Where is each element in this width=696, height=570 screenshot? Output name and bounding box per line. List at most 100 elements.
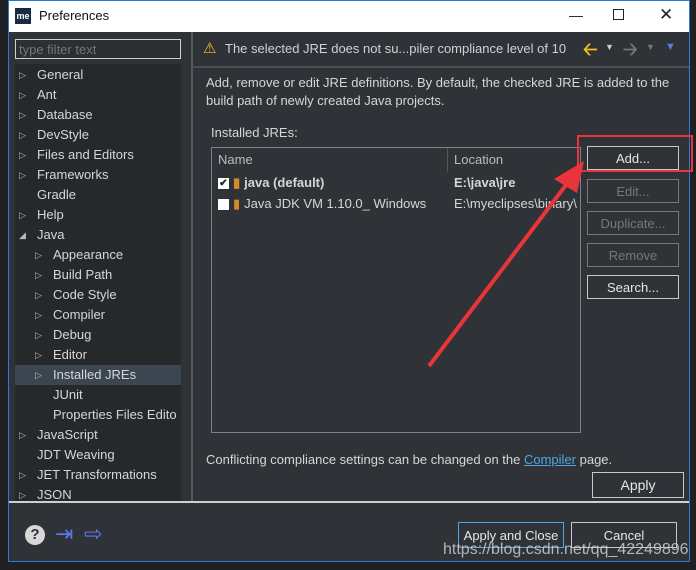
compliance-text-after: page. (576, 452, 613, 467)
installed-jres-label: Installed JREs: (211, 125, 298, 140)
expand-icon[interactable]: ▷ (19, 105, 26, 125)
expand-icon[interactable]: ▷ (35, 245, 42, 265)
expand-icon[interactable]: ▷ (35, 325, 42, 345)
tree-item-label: General (37, 67, 84, 82)
tree-item-label: Properties Files Edito (53, 407, 177, 422)
panel-divider[interactable] (191, 32, 193, 502)
jre-checkbox[interactable] (218, 199, 229, 211)
tree-item-label: Gradle (37, 187, 77, 202)
jar-icon: ▮ (233, 196, 241, 211)
jre-name: Java JDK VM 1.10.0_ Windows (244, 196, 427, 211)
jre-name: java (default) (244, 175, 325, 190)
tree-item[interactable]: JUnit (15, 385, 181, 405)
tree-item[interactable]: ▷ JSON (15, 485, 181, 501)
tree-item[interactable]: Gradle (15, 185, 181, 205)
tree-item-label: Debug (53, 327, 92, 342)
title-bar: me Preferences — ✕ (9, 1, 689, 32)
expand-icon[interactable]: ▷ (19, 145, 26, 165)
tree-item-label: Java (37, 227, 65, 242)
expand-icon[interactable]: ▷ (19, 205, 26, 225)
tree-item-label: Compiler (53, 307, 106, 322)
maximize-icon[interactable] (613, 9, 624, 20)
tree-item[interactable]: Properties Files Edito (15, 405, 181, 425)
warning-text: The selected JRE does not su...piler com… (225, 41, 567, 56)
forward-dropdown-icon[interactable]: ▼ (646, 42, 655, 52)
tree-item[interactable]: ▷ Frameworks (15, 165, 181, 185)
add-button[interactable]: Add... (587, 146, 679, 170)
tree-item-label: JDT Weaving (37, 447, 115, 462)
expand-icon[interactable]: ▷ (19, 65, 26, 85)
tree-item[interactable]: ▷ Code Style (15, 285, 181, 305)
tree-item[interactable]: ◢ Java (15, 225, 181, 245)
app-logo: me (15, 8, 31, 24)
expand-icon[interactable]: ▷ (19, 125, 26, 145)
tree-item[interactable]: ▷ Files and Editors (15, 145, 181, 165)
tree-item[interactable]: ▷ JET Transformations (15, 465, 181, 485)
expand-icon[interactable]: ▷ (19, 485, 26, 501)
back-dropdown-icon[interactable]: ▼ (605, 42, 614, 52)
annotation-arrow (427, 161, 584, 368)
tree-item[interactable]: ▷ Installed JREs (15, 365, 181, 385)
tree-item-label: Editor (53, 347, 87, 362)
tree-item[interactable]: ▷ Help (15, 205, 181, 225)
tree-item[interactable]: ▷ DevStyle (15, 125, 181, 145)
apply-button[interactable]: Apply (592, 472, 684, 498)
expand-icon[interactable]: ▷ (19, 85, 26, 105)
column-header-name[interactable]: Name (218, 152, 253, 167)
remove-button[interactable]: Remove (587, 243, 679, 267)
jre-checkbox[interactable]: ✔ (218, 178, 229, 190)
view-menu-icon[interactable]: ▼ (665, 41, 676, 53)
close-icon[interactable]: ✕ (659, 5, 673, 25)
compliance-text: Conflicting compliance settings can be c… (206, 452, 612, 467)
tree-item-label: Installed JREs (53, 367, 137, 382)
tree-item[interactable]: ▷ Appearance (15, 245, 181, 265)
tree-item[interactable]: ▷ Ant (15, 85, 181, 105)
help-icon[interactable]: ? (25, 525, 45, 545)
tree-item-label: Frameworks (37, 167, 109, 182)
warning-icon: ⚠ (203, 40, 217, 57)
tree-item[interactable]: JDT Weaving (15, 445, 181, 465)
edit-button[interactable]: Edit... (587, 179, 679, 203)
tree-item[interactable]: ▷ Compiler (15, 305, 181, 325)
tree-item-label: Database (37, 107, 93, 122)
tree-item[interactable]: ▷ General (15, 65, 181, 85)
description-text: Add, remove or edit JRE definitions. By … (206, 75, 670, 108)
tree-item[interactable]: ▷ Editor (15, 345, 181, 365)
collapse-icon[interactable]: ◢ (19, 225, 26, 245)
tree-item-label: JET Transformations (37, 467, 157, 482)
forward-arrow-icon[interactable]: 🡢 (623, 37, 638, 67)
expand-icon[interactable]: ▷ (19, 465, 26, 485)
search-button[interactable]: Search... (587, 275, 679, 299)
compliance-text-before: Conflicting compliance settings can be c… (206, 452, 524, 467)
tree-item[interactable]: ▷ JavaScript (15, 425, 181, 445)
expand-icon[interactable]: ▷ (35, 345, 42, 365)
watermark: https://blog.csdn.net/qq_42249896 (443, 541, 689, 558)
tree-item-label: JavaScript (37, 427, 98, 442)
expand-icon[interactable]: ▷ (19, 165, 26, 185)
duplicate-button[interactable]: Duplicate... (587, 211, 679, 235)
warning-bar: ⚠ The selected JRE does not su...piler c… (193, 32, 689, 68)
tree-item-label: JUnit (53, 387, 83, 402)
back-arrow-icon[interactable]: 🡠 (583, 37, 598, 67)
tree-item-label: JSON (37, 487, 72, 501)
minimize-icon[interactable]: — (569, 7, 583, 23)
compliler-link[interactable]: Compiler (524, 452, 576, 467)
export-icon[interactable]: ⇨ (84, 521, 102, 547)
import-icon[interactable]: ⇥ (55, 521, 73, 547)
tree-item-label: DevStyle (37, 127, 90, 142)
expand-icon[interactable]: ▷ (35, 285, 42, 305)
expand-icon[interactable]: ▷ (35, 365, 42, 385)
expand-icon[interactable]: ▷ (35, 265, 42, 285)
jar-icon: ▮ (233, 175, 241, 190)
preferences-window: me Preferences — ✕ ▷ General ▷ Ant ▷ Database… (8, 0, 693, 562)
window-title: Preferences (39, 8, 110, 23)
tree-item-label: Help (37, 207, 64, 222)
tree-item[interactable]: ▷ Database (15, 105, 181, 125)
tree-item-label: Ant (37, 87, 57, 102)
tree-item-label: Files and Editors (37, 147, 134, 162)
tree-item[interactable]: ▷ Build Path (15, 265, 181, 285)
filter-input[interactable] (15, 39, 181, 59)
tree-item[interactable]: ▷ Debug (15, 325, 181, 345)
expand-icon[interactable]: ▷ (19, 425, 26, 445)
expand-icon[interactable]: ▷ (35, 305, 42, 325)
